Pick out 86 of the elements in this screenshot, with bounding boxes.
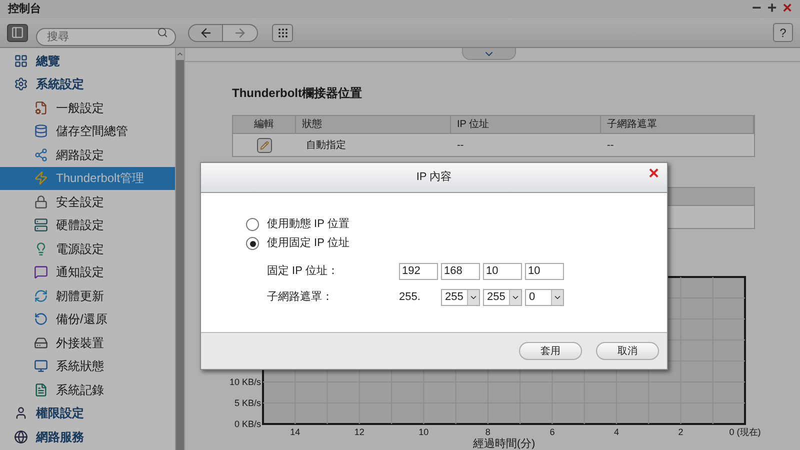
x-tick-label: 0 (現在)	[729, 427, 761, 437]
x-tick-label: 4	[614, 427, 619, 437]
window-title: 控制台	[8, 2, 41, 17]
column-header: 編輯	[233, 116, 296, 133]
mask-prefix: 255.	[399, 290, 422, 305]
sidebar-item[interactable]: 總覽	[0, 49, 175, 72]
lightning-icon	[34, 171, 48, 186]
x-tick-label: 2	[678, 427, 684, 437]
ip-octet-field[interactable]: 10	[483, 262, 522, 280]
mask-octet-select[interactable]: 0	[525, 288, 564, 306]
x-tick-label: 8	[485, 427, 490, 437]
apps-button[interactable]	[272, 24, 293, 42]
dots-grid-icon	[276, 26, 288, 38]
sidebar-toggle-button[interactable]	[7, 24, 28, 42]
sidebar-item[interactable]: 一般設定	[0, 96, 175, 120]
sidebar-item[interactable]: 網路服務	[0, 425, 175, 448]
y-tick-label: 0 KB/s	[234, 419, 261, 429]
globe-icon	[14, 430, 28, 444]
user-icon	[14, 406, 28, 420]
x-tick-label: 14	[290, 427, 300, 437]
dialog-title: IP 內容	[416, 170, 452, 186]
ip-octet-field[interactable]: 192	[399, 262, 438, 280]
cancel-button[interactable]: 取消	[596, 342, 659, 360]
table-cell-text: --	[456, 138, 465, 152]
monitor-icon	[34, 359, 48, 374]
sidebar-item[interactable]: 系統狀態	[0, 354, 175, 378]
radio-label: 使用動態 IP 位置	[267, 217, 350, 232]
x-tick-label: 12	[354, 427, 364, 437]
document-gear-icon	[34, 100, 48, 115]
sidebar-item[interactable]: 系統記錄	[0, 378, 175, 402]
lock-icon	[34, 194, 48, 209]
apply-button[interactable]: 套用	[519, 342, 582, 360]
sidebar-item[interactable]: 系統設定	[0, 72, 175, 96]
close-button[interactable]: ×	[648, 164, 659, 182]
section-title: Thunderbolt欄接器位置	[232, 85, 363, 100]
sidebar-item[interactable]: 電源設定	[0, 237, 175, 260]
sidebar-item[interactable]: 硬體設定	[0, 214, 175, 237]
ip-octet-field[interactable]: 10	[525, 262, 564, 280]
table-cell-text: --	[606, 138, 615, 152]
mask-octet-select[interactable]: 255	[441, 288, 480, 306]
gear-icon	[14, 77, 28, 92]
document-icon	[34, 382, 48, 397]
sidebar-item[interactable]: 權限設定	[0, 402, 175, 425]
y-tick-label: 5 KB/s	[234, 398, 261, 408]
sidebar-item[interactable]: 通知設定	[0, 260, 175, 284]
column-header: 子網路遮罩	[601, 116, 754, 133]
help-button[interactable]: ?	[773, 23, 793, 42]
sidebar-item[interactable]: 備份/還原	[0, 308, 175, 331]
restore-icon	[34, 312, 48, 326]
minimize-button[interactable]: −	[752, 1, 762, 17]
y-tick-label: 10 KB/s	[229, 377, 261, 387]
x-axis-title: 經過時間(分)	[472, 438, 536, 449]
network-icon	[34, 148, 48, 162]
search-icon	[157, 26, 168, 38]
mask-octet-select[interactable]: 255	[483, 288, 522, 306]
sidebar-item[interactable]: 外接裝置	[0, 331, 175, 354]
x-tick-label: 6	[550, 427, 555, 437]
radio-button[interactable]	[246, 237, 259, 250]
radio-label: 使用固定 IP 位址	[267, 236, 350, 252]
lightbulb-icon	[34, 242, 48, 256]
drive-icon	[34, 336, 48, 350]
radio-button[interactable]	[246, 218, 259, 231]
column-header: IP 位址	[451, 116, 601, 133]
left-arrow-icon	[198, 26, 212, 40]
grid-icon	[14, 54, 28, 68]
field-label: 固定 IP 位址：	[267, 264, 340, 279]
sidebar-item[interactable]: 儲存空間總管	[0, 120, 175, 143]
ip-octet-field[interactable]: 168	[441, 262, 480, 280]
sidebar-item[interactable]: 安全設定	[0, 190, 175, 214]
table-cell-text: 自動指定	[305, 138, 347, 152]
column-header: 狀態	[296, 116, 451, 133]
database-icon	[34, 124, 48, 138]
search-field[interactable]: 搜尋	[36, 28, 176, 46]
x-tick-label: 10	[418, 427, 429, 437]
back-button[interactable]	[188, 24, 223, 42]
edit-button[interactable]	[257, 138, 272, 152]
field-label: 子網路遮罩：	[267, 290, 334, 305]
server-icon	[34, 218, 48, 232]
maximize-button[interactable]: +	[767, 1, 777, 17]
message-icon	[34, 265, 48, 280]
pencil-icon	[260, 140, 269, 150]
sidebar-item[interactable]: 網路設定	[0, 143, 175, 166]
refresh-icon	[34, 288, 48, 303]
sidebar-item[interactable]: 韌體更新	[0, 284, 175, 308]
right-arrow-icon	[233, 26, 247, 40]
panel-icon	[11, 26, 24, 39]
